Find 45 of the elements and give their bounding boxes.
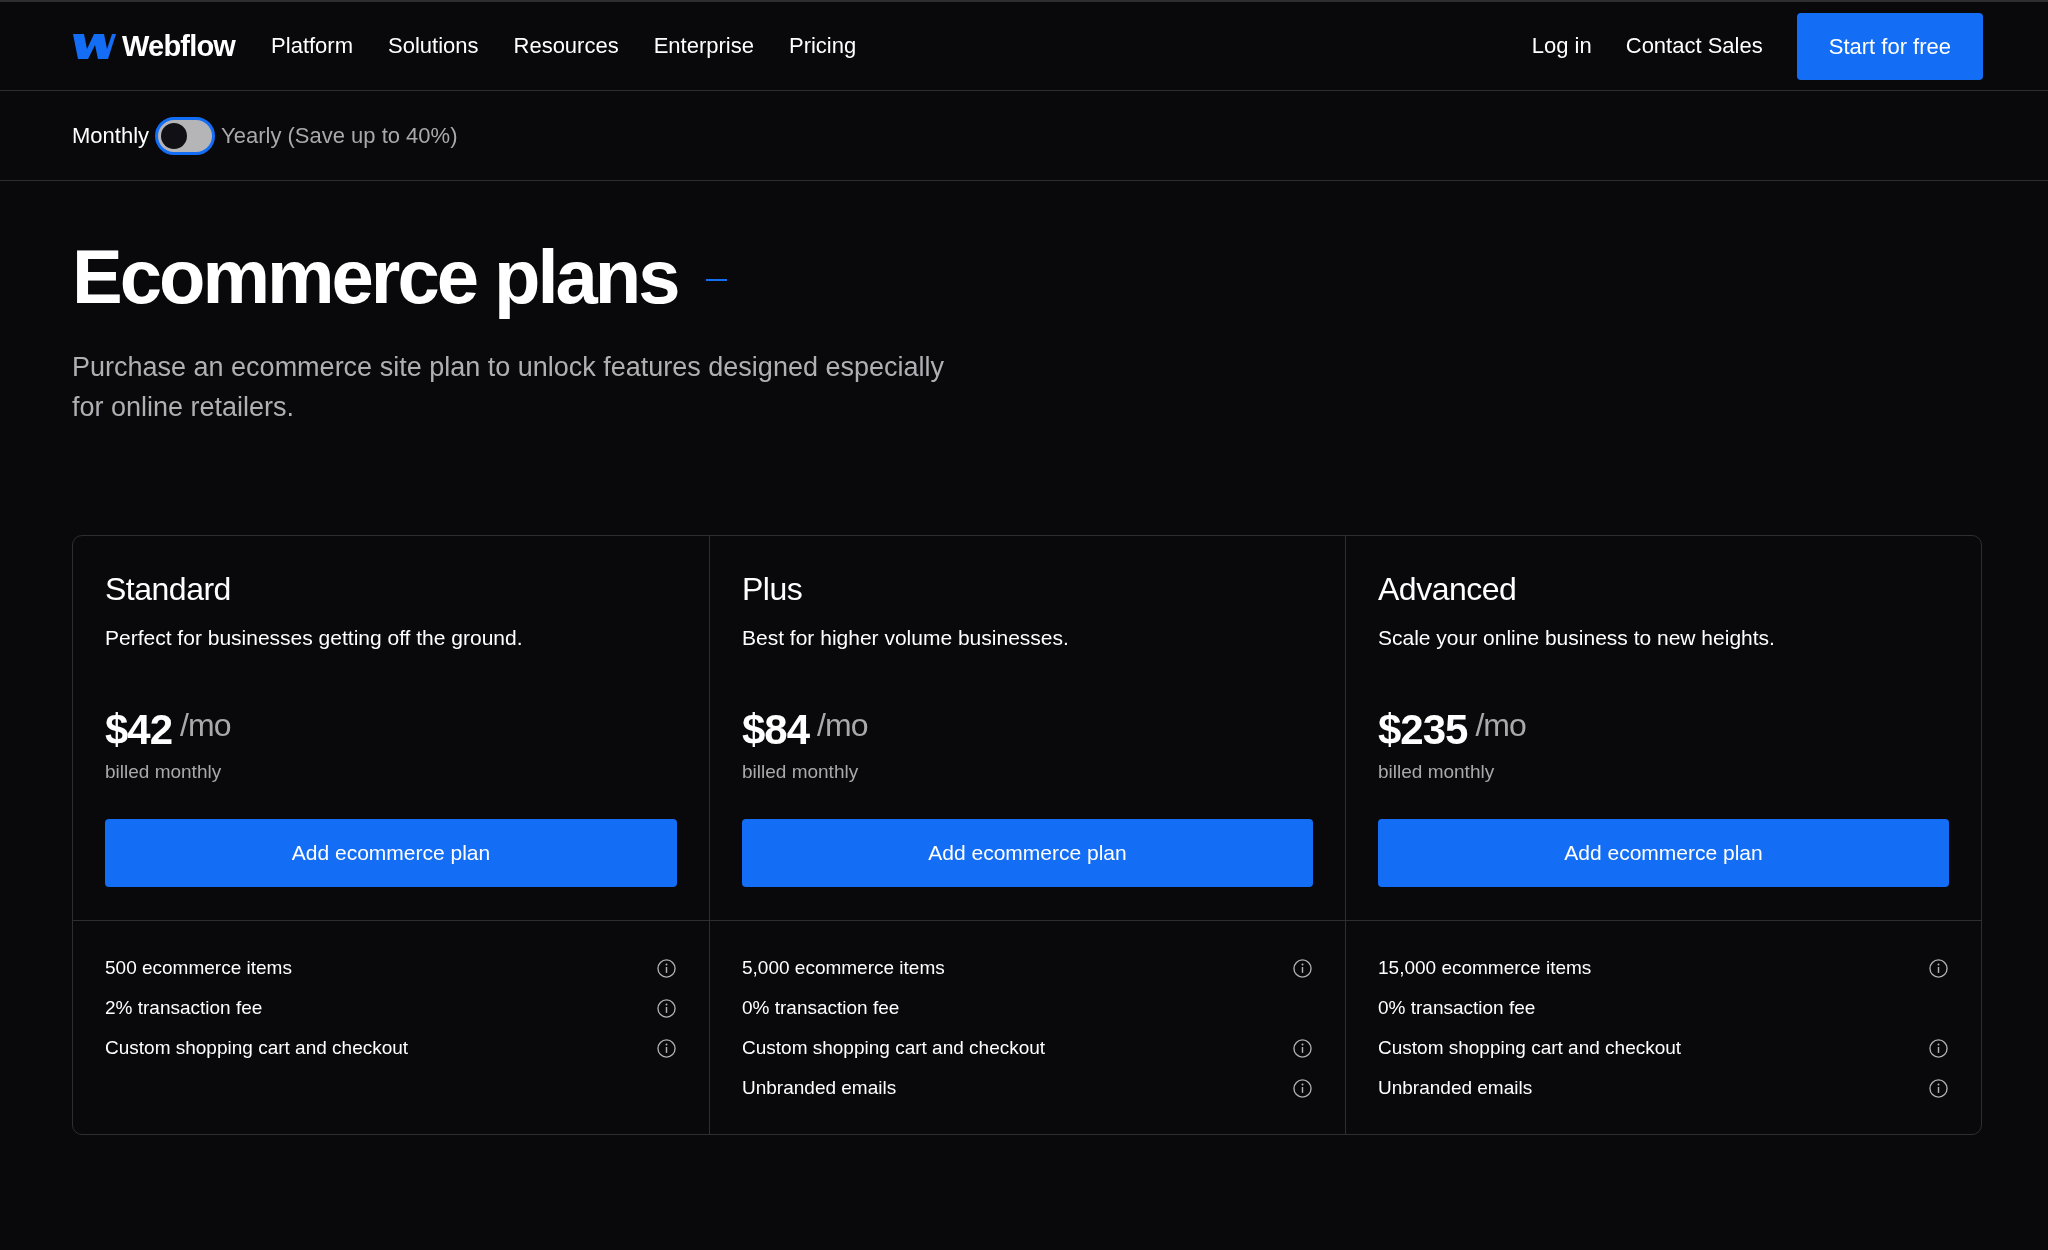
plan-name: Plus	[742, 570, 803, 609]
billing-note: billed monthly	[742, 760, 859, 784]
feature-text: 15,000 ecommerce items	[1378, 956, 1592, 980]
add-plan-button[interactable]: Add ecommerce plan	[1378, 819, 1949, 887]
feature-text: 2% transaction fee	[105, 996, 263, 1020]
billing-toggle[interactable]	[155, 116, 216, 155]
page-title: Ecommerce plans	[72, 233, 678, 321]
plan-description: Scale your online business to new heights.	[1378, 626, 1775, 650]
feature-text: Unbranded emails	[742, 1076, 897, 1100]
page-subtitle: Purchase an ecommerce site plan to unlock features designed especially for online retailers.	[72, 351, 945, 424]
billing-label: Yearly (Save up to 40%)	[221, 122, 458, 149]
billing-note: billed monthly	[105, 760, 222, 784]
dash-icon	[705, 279, 727, 281]
add-plan-button[interactable]: Add ecommerce plan	[105, 819, 677, 887]
plan-name: Standard	[105, 570, 231, 609]
nav-link[interactable]: Enterprise	[653, 33, 754, 59]
feature-text: 0% transaction fee	[1378, 996, 1536, 1020]
feature-text: Custom shopping cart and checkout	[1378, 1036, 1682, 1060]
nav-link[interactable]: Solutions	[388, 33, 479, 59]
plan-description: Best for higher volume businesses.	[742, 626, 1069, 650]
price-period: /mo	[1475, 706, 1526, 745]
start-button[interactable]: Start for free	[1796, 12, 1983, 80]
feature-text: 5,000 ecommerce items	[742, 956, 945, 980]
billing-label: Monthly	[72, 122, 150, 149]
plan-price: $84	[742, 705, 810, 755]
feature-text: Custom shopping cart and checkout	[742, 1036, 1046, 1060]
plan-price: $235	[1378, 705, 1468, 755]
plan-name: Advanced	[1378, 570, 1517, 609]
add-plan-button[interactable]: Add ecommerce plan	[742, 819, 1313, 887]
nav-link[interactable]: Platform	[271, 33, 353, 59]
nav-link[interactable]: Pricing	[788, 33, 857, 59]
feature-text: Custom shopping cart and checkout	[105, 1036, 409, 1060]
logo-icon	[72, 32, 116, 60]
price-period: /mo	[817, 706, 868, 745]
nav-link[interactable]: Contact Sales	[1625, 33, 1763, 59]
nav-link[interactable]: Log in	[1531, 33, 1592, 59]
plan-price: $42	[105, 705, 173, 755]
nav-link[interactable]: Resources	[513, 33, 619, 59]
feature-text: Unbranded emails	[1378, 1076, 1533, 1100]
feature-text: 500 ecommerce items	[105, 956, 292, 980]
price-period: /mo	[180, 706, 231, 745]
feature-text: 0% transaction fee	[742, 996, 900, 1020]
billing-note: billed monthly	[1378, 760, 1495, 784]
plan-description: Perfect for businesses getting off the ground.	[105, 626, 523, 650]
logo-link[interactable]: Webflow	[72, 29, 236, 63]
